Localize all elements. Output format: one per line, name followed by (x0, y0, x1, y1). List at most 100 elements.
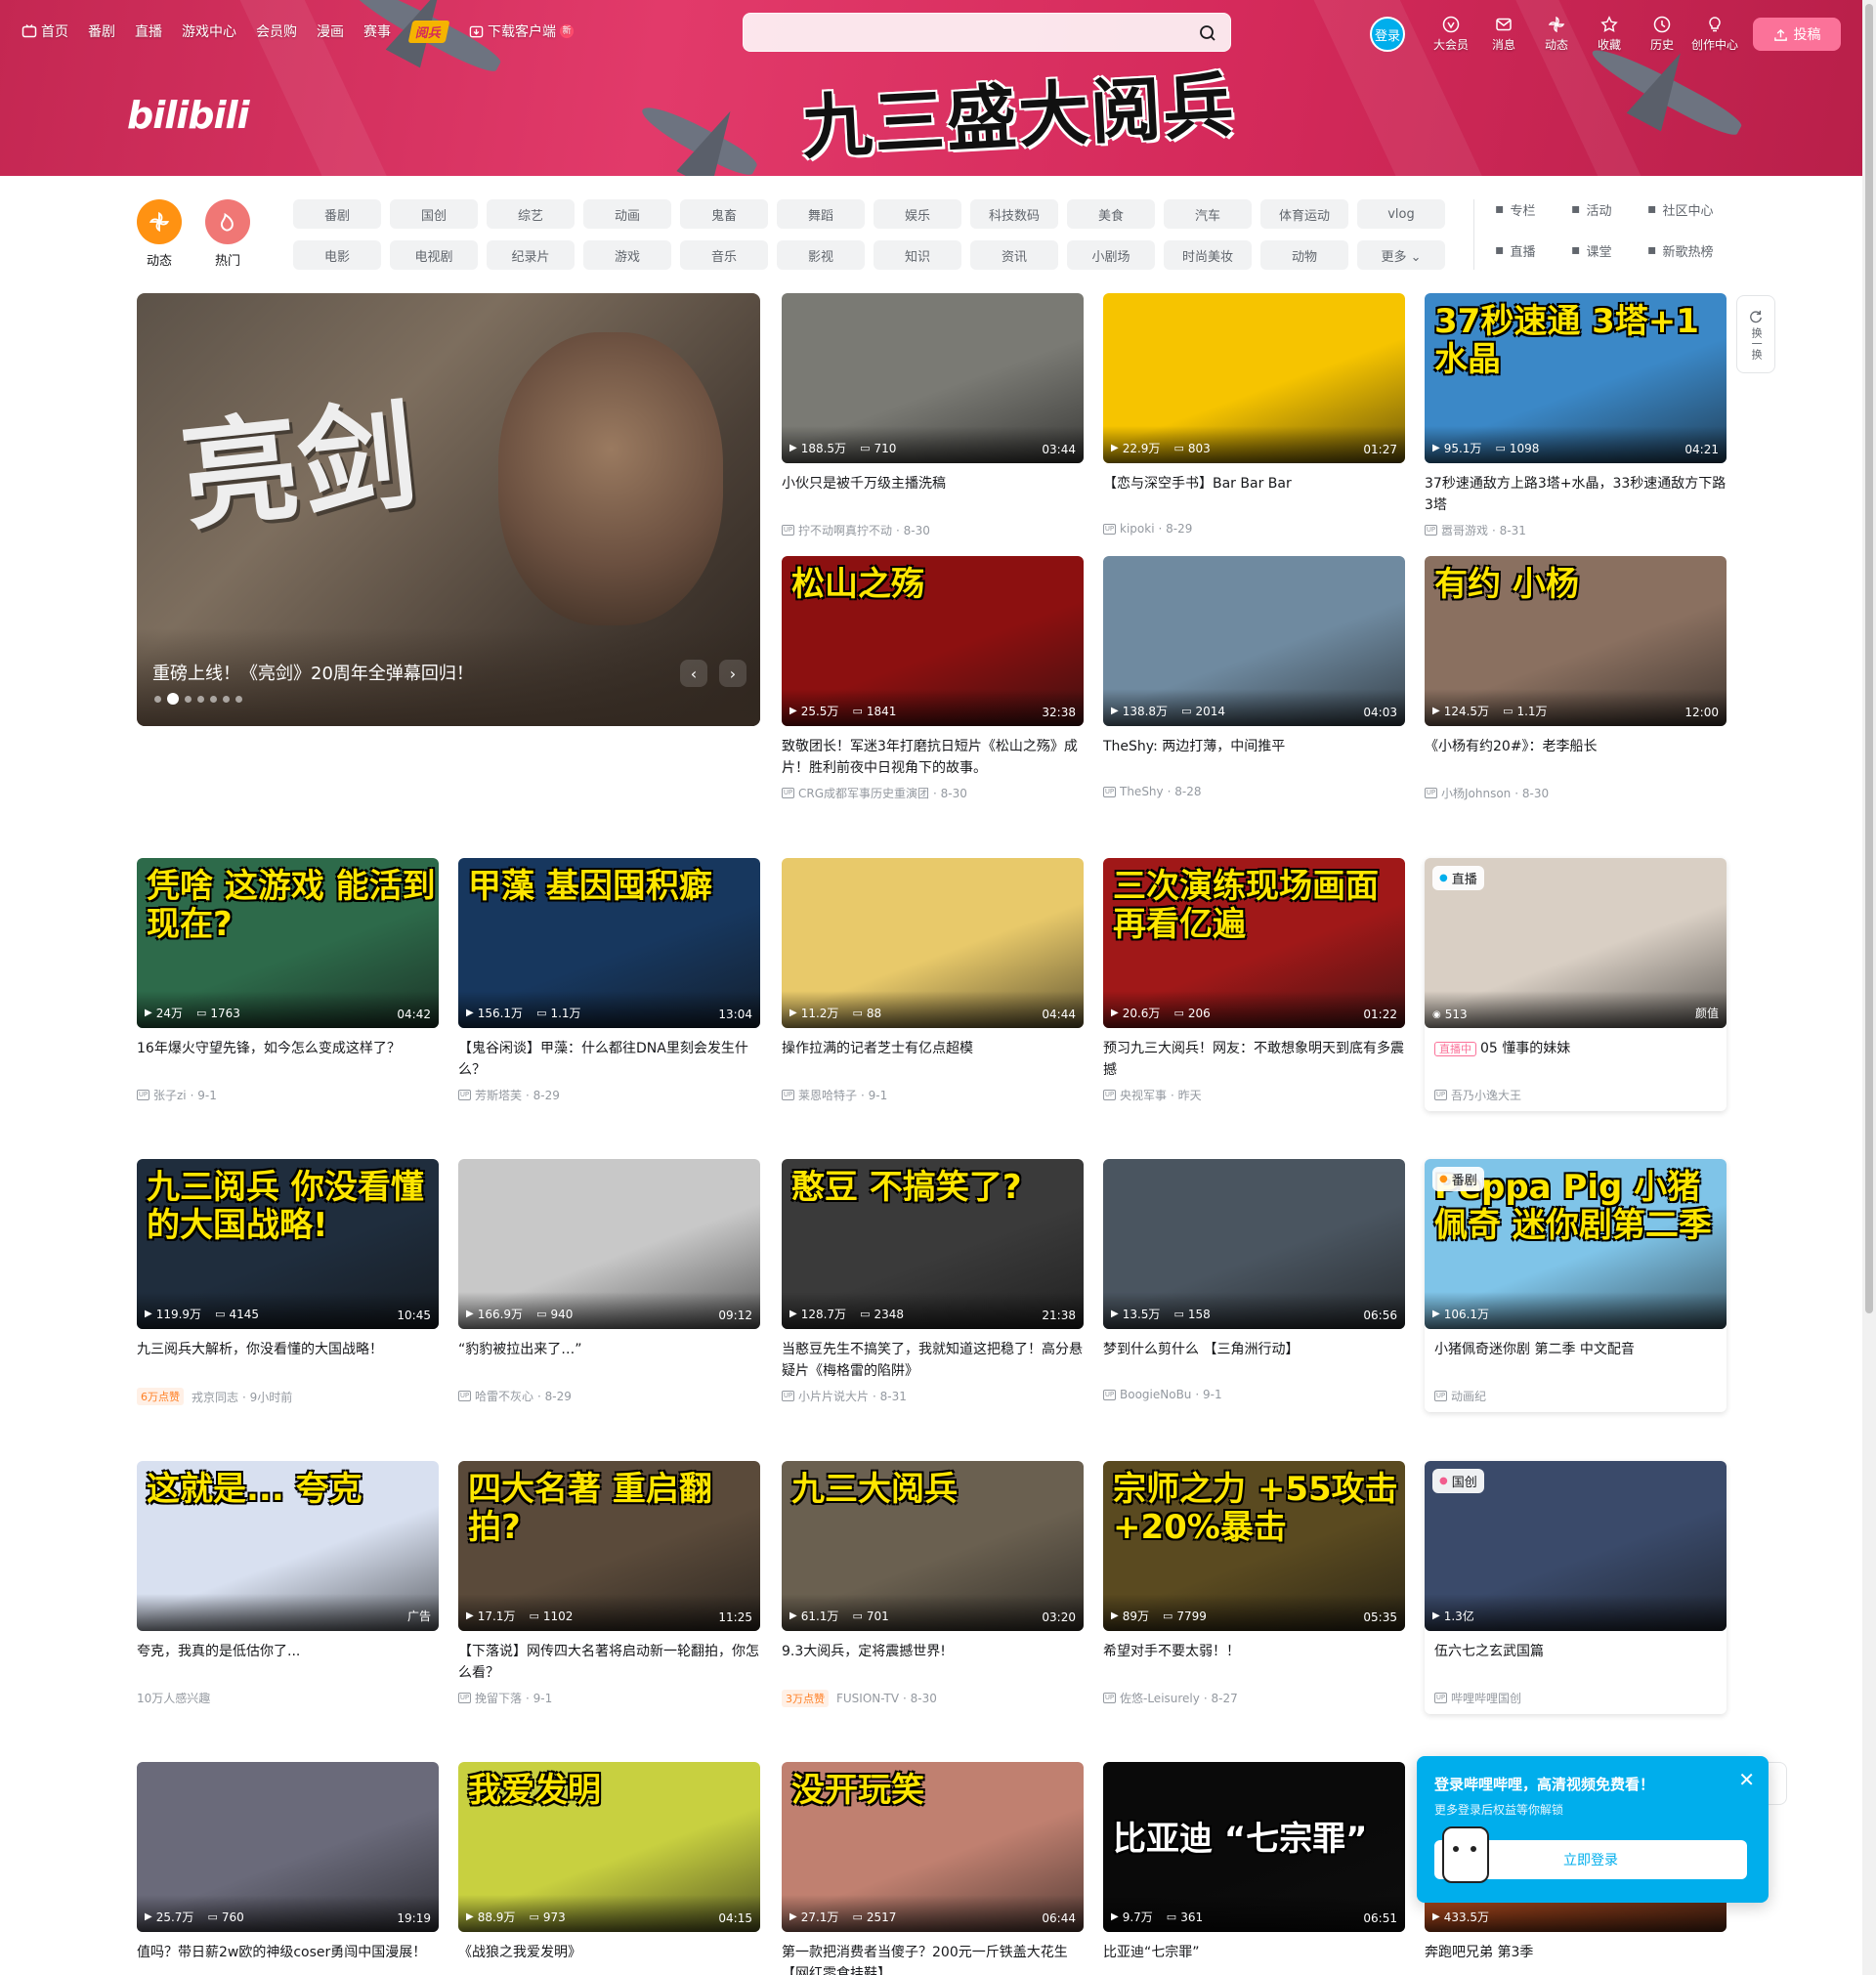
video-thumbnail[interactable]: ● 直播 ◉ 513 颜值 (1425, 858, 1727, 1028)
carousel-dot[interactable] (154, 695, 161, 703)
video-title[interactable]: 小伙只是被千万级主播洗稿 (782, 473, 1084, 516)
video-title[interactable]: 《战狼之我爱发明》 (458, 1942, 760, 1975)
channel-tag[interactable]: 娱乐 (874, 199, 961, 229)
carousel-dot[interactable] (210, 695, 217, 703)
carousel-dot[interactable] (235, 695, 242, 703)
uploader-name[interactable]: 吾乃小逸大王 (1451, 1087, 1521, 1103)
video-thumbnail[interactable]: 九三大阅兵 ▶ 61.1万 ▭ 701 03:20 (782, 1461, 1084, 1631)
video-thumbnail[interactable]: 这就是... 夸克 广告 (137, 1461, 439, 1631)
video-card[interactable]: ● 直播 ◉ 513 颜值 直播中 05 懂事的妹妹 UP 吾乃小逸大王 (1425, 858, 1727, 1111)
channel-link[interactable]: ▪ 课堂 (1571, 240, 1647, 260)
video-thumbnail[interactable]: 甲藻 基因囤积癖 ▶ 156.1万 ▭ 1.1万 13:04 (458, 858, 760, 1028)
uploader-name[interactable]: kipoki (1120, 522, 1155, 536)
video-title[interactable]: 奔跑吧兄弟 第3季 (1425, 1942, 1727, 1975)
video-title[interactable]: 【鬼谷闲谈】甲藻：什么都往DNA里刻会发生什么？ (458, 1038, 760, 1081)
channel-tag[interactable]: 电视剧 (390, 240, 478, 270)
video-title[interactable]: 《小杨有约20#》：老李船长 (1425, 736, 1727, 779)
video-thumbnail[interactable]: 三次演练现场画面 再看亿遍 ▶ 20.6万 ▭ 206 01:22 (1103, 858, 1405, 1028)
nav-manga[interactable]: 漫画 (317, 21, 344, 41)
video-card[interactable]: 37秒速通 3塔+1水晶 ▶ 95.1万 ▭ 1098 04:21 37秒速通敌方上路3塔+… (1425, 293, 1727, 538)
channel-tag[interactable]: 体育运动 (1260, 199, 1348, 229)
video-card[interactable]: 凭啥 这游戏 能活到现在? ▶ 24万 ▭ 1763 04:42 16年爆火守望先锋，如今怎… (137, 858, 439, 1103)
video-thumbnail[interactable]: ▶ 188.5万 ▭ 710 03:44 (782, 293, 1084, 463)
video-card[interactable]: 没开玩笑 ▶ 27.1万 ▭ 2517 06:44 第一款把消费者当傻子？200元一斤铁盖大… (782, 1762, 1084, 1975)
video-thumbnail[interactable]: 松山之殇 ▶ 25.5万 ▭ 1841 32:38 (782, 556, 1084, 726)
nav-game-center[interactable]: 游戏中心 (182, 21, 236, 41)
video-card[interactable]: ● 国创 ▶ 1.3亿 伍六七之玄武国篇 UP 哔哩哔哩国创 (1425, 1461, 1727, 1714)
login-avatar-button[interactable]: 登录 (1370, 17, 1405, 52)
channel-dynamics[interactable]: 动态 (137, 199, 182, 269)
uploader-name[interactable]: CRG成都军事历史重演团 (798, 785, 929, 801)
video-card[interactable]: ▶ 188.5万 ▭ 710 03:44 小伙只是被千万级主播洗稿 UP 拧不动啊真拧不动 · … (782, 293, 1084, 538)
video-thumbnail[interactable]: ▶ 13.5万 ▭ 158 06:56 (1103, 1159, 1405, 1329)
channel-link[interactable]: ▪ 新歌热榜 (1647, 240, 1724, 260)
channel-tag[interactable]: 资讯 (970, 240, 1058, 270)
video-title[interactable]: 致敬团长！军迷3年打磨抗日短片《松山之殇》成片！胜利前夜中日视角下的故事。 (782, 736, 1084, 779)
uploader-name[interactable]: FUSION-TV (836, 1692, 899, 1705)
nav-esports[interactable]: 赛事 (363, 21, 391, 41)
channel-tag[interactable]: 科技数码 (970, 199, 1058, 229)
nav-download-client[interactable]: 下载客户端 新 (469, 21, 575, 41)
video-card[interactable]: ▶ 13.5万 ▭ 158 06:56 梦到什么剪什么 【三角洲行动】 UP BoogieNo… (1103, 1159, 1405, 1401)
video-title[interactable]: 【恋与深空手书】Bar Bar Bar (1103, 473, 1405, 516)
channel-tag[interactable]: 番剧 (293, 199, 381, 229)
uploader-name[interactable]: 挽留下落 (475, 1690, 522, 1706)
channel-tag[interactable]: vlog (1357, 199, 1445, 229)
video-card[interactable]: 我爱发明 ▶ 88.9万 ▭ 973 04:15 《战狼之我爱发明》 (458, 1762, 760, 1975)
video-title[interactable]: 九三阅兵大解析，你没看懂的大国战略！ (137, 1339, 439, 1382)
video-card[interactable]: 这就是... 夸克 广告 夸克，我真的是低估你了... 10万人感兴趣 (137, 1461, 439, 1706)
video-card[interactable]: ▶ 166.9万 ▭ 940 09:12 “豹豹被拉出来了…” UP 哈雷不灰心 · 8-29 (458, 1159, 760, 1404)
video-thumbnail[interactable]: 比亚迪 “七宗罪” ▶ 9.7万 ▭ 361 06:51 (1103, 1762, 1405, 1932)
video-title[interactable]: 37秒速通敌方上路3塔+水晶，33秒速通敌方下路3塔 (1425, 473, 1727, 516)
nav-anime[interactable]: 番剧 (88, 21, 115, 41)
channel-tag[interactable]: 国创 (390, 199, 478, 229)
uploader-name[interactable]: 央视军事 (1120, 1087, 1167, 1103)
video-thumbnail[interactable]: 九三阅兵 你没看懂的大国战略! ▶ 119.9万 ▭ 4145 10:45 (137, 1159, 439, 1329)
video-title[interactable]: 梦到什么剪什么 【三角洲行动】 (1103, 1339, 1405, 1382)
channel-tag[interactable]: 更多 ⌄ (1357, 240, 1445, 270)
uploader-name[interactable]: 小片片说大片 (798, 1388, 869, 1404)
video-title[interactable]: “豹豹被拉出来了…” (458, 1339, 760, 1382)
video-thumbnail[interactable]: 四大名著 重启翻拍? ▶ 17.1万 ▭ 1102 11:25 (458, 1461, 760, 1631)
hero-title[interactable]: 重磅上线！《亮剑》20周年全弹幕回归！ (152, 660, 474, 685)
video-title[interactable]: 伍六七之玄武国篇 (1425, 1641, 1727, 1684)
video-thumbnail[interactable]: 憨豆 不搞笑了? ▶ 128.7万 ▭ 2348 21:38 (782, 1159, 1084, 1329)
channel-tag[interactable]: 音乐 (680, 240, 768, 270)
uploader-name[interactable]: 张子zi (153, 1087, 187, 1103)
channel-link[interactable]: ▪ 社区中心 (1647, 199, 1724, 219)
video-card[interactable]: 九三大阅兵 ▶ 61.1万 ▭ 701 03:20 9.3大阅兵，定将震撼世界! 3万点赞 FU… (782, 1461, 1084, 1707)
channel-tag[interactable]: 鬼畜 (680, 199, 768, 229)
nav-messages[interactable]: 消息 (1477, 16, 1530, 53)
scrollbar[interactable] (1862, 0, 1876, 1975)
uploader-name[interactable]: 哈雷不灰心 (475, 1388, 533, 1404)
video-thumbnail[interactable]: 没开玩笑 ▶ 27.1万 ▭ 2517 06:44 (782, 1762, 1084, 1932)
uploader-name[interactable]: 佐悠-Leisurely (1120, 1690, 1200, 1706)
channel-tag[interactable]: 电影 (293, 240, 381, 270)
carousel-dot[interactable] (223, 695, 230, 703)
carousel-dot[interactable] (185, 695, 192, 703)
channel-tag[interactable]: 舞蹈 (777, 199, 865, 229)
video-title[interactable]: 第一款把消费者当傻子？200元一斤铁盖大花生【网红零食挂鞋】 (782, 1942, 1084, 1975)
uploader-name[interactable]: 动画纪 (1451, 1388, 1486, 1404)
video-card[interactable]: 四大名著 重启翻拍? ▶ 17.1万 ▭ 1102 11:25 【下落说】网传四大名著将启动… (458, 1461, 760, 1706)
channel-tag[interactable]: 小剧场 (1067, 240, 1155, 270)
uploader-name[interactable]: 戎京同志 (192, 1389, 238, 1405)
bilibili-logo[interactable]: bilibili (127, 94, 250, 137)
uploader-name[interactable]: 拧不动啊真拧不动 (798, 522, 892, 538)
video-thumbnail[interactable]: ▶ 22.9万 ▭ 803 01:27 (1103, 293, 1405, 463)
close-icon[interactable]: ✕ (1738, 1768, 1755, 1791)
uploader-name[interactable]: 嚣哥游戏 (1441, 522, 1488, 538)
refresh-button[interactable]: 换一换 (1736, 295, 1775, 373)
carousel-next-button[interactable]: › (719, 660, 746, 687)
video-title[interactable]: 直播中 05 懂事的妹妹 (1425, 1038, 1727, 1081)
search-input[interactable] (757, 21, 1168, 45)
video-title[interactable]: 希望对手不要太弱！！ (1103, 1641, 1405, 1684)
channel-tag[interactable]: 影视 (777, 240, 865, 270)
video-card[interactable]: 比亚迪 “七宗罪” ▶ 9.7万 ▭ 361 06:51 比亚迪“七宗罪” (1103, 1762, 1405, 1975)
uploader-name[interactable]: 芳斯塔芙 (475, 1087, 522, 1103)
video-title[interactable]: 预习九三大阅兵！网友：不敢想象明天到底有多震撼 (1103, 1038, 1405, 1081)
channel-link[interactable]: ▪ 活动 (1571, 199, 1647, 219)
channel-hot[interactable]: 热门 (205, 199, 250, 269)
video-title[interactable]: TheShy: 两边打薄，中间推平 (1103, 736, 1405, 779)
uploader-name[interactable]: BoogieNoBu (1120, 1388, 1191, 1401)
